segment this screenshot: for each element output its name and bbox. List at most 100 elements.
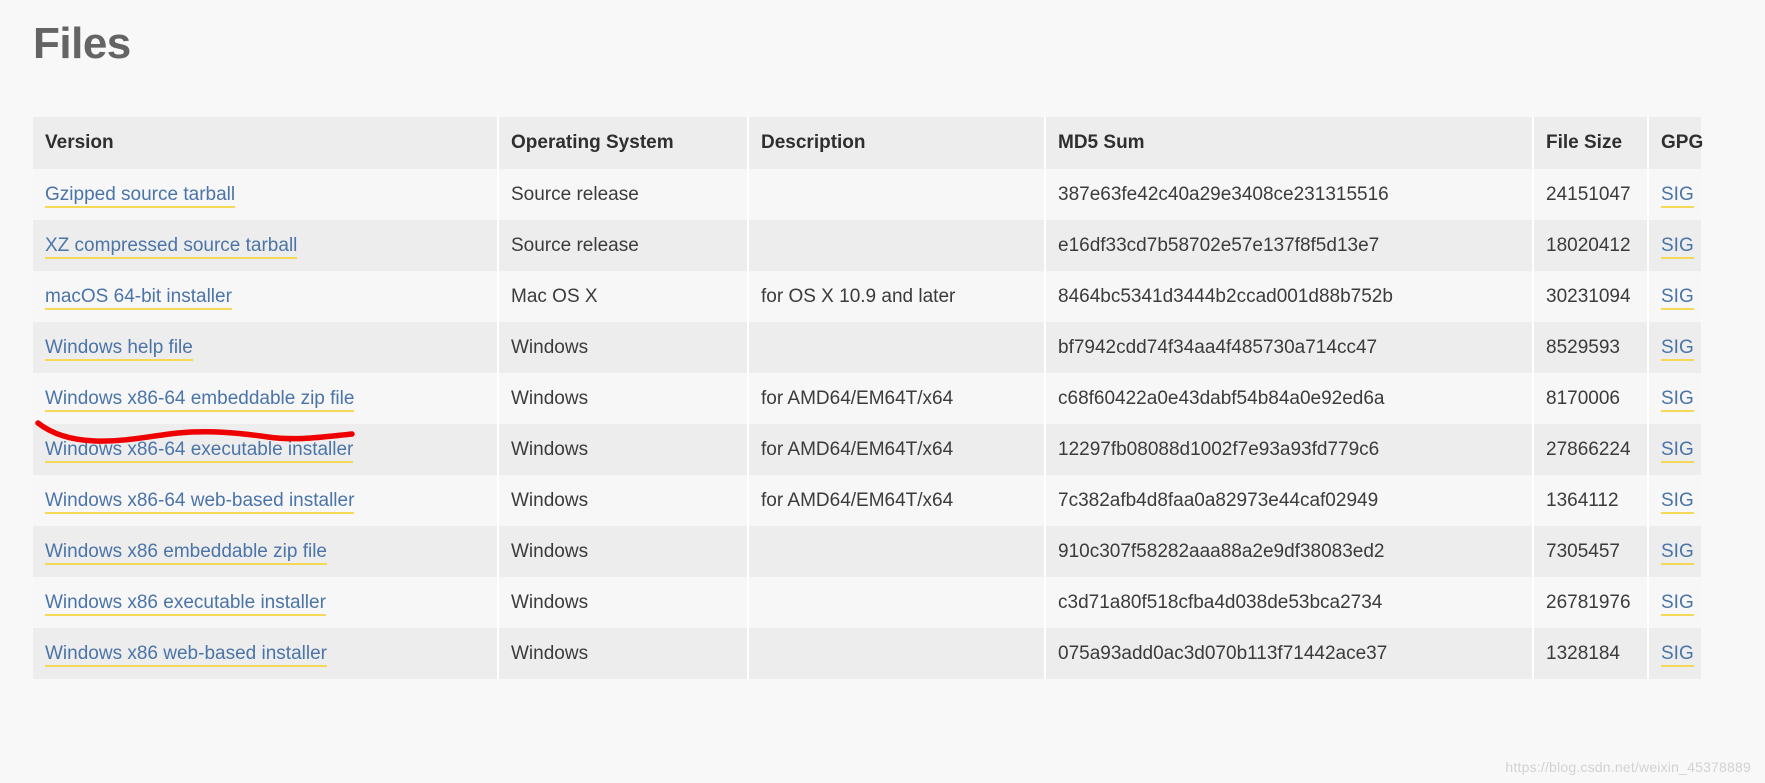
cell-md5: 8464bc5341d3444b2ccad001d88b752b xyxy=(1045,271,1534,322)
cell-version: macOS 64-bit installer xyxy=(33,271,499,322)
cell-version: Windows x86 web-based installer xyxy=(33,628,499,679)
cell-description xyxy=(748,322,1046,373)
sig-link[interactable]: SIG xyxy=(1661,336,1694,361)
cell-file-size: 8529593 xyxy=(1533,322,1649,373)
download-link-version[interactable]: Windows x86-64 web-based installer xyxy=(45,489,355,514)
download-link-version[interactable]: Windows x86 web-based installer xyxy=(45,642,327,667)
cell-description xyxy=(748,220,1046,271)
cell-os: Windows xyxy=(498,526,749,577)
column-header-gpg: GPG xyxy=(1648,117,1703,169)
cell-description: for AMD64/EM64T/x64 xyxy=(748,424,1046,475)
cell-version: Windows x86 executable installer xyxy=(33,577,499,628)
cell-gpg: SIG xyxy=(1648,373,1701,424)
cell-os: Windows xyxy=(498,628,749,679)
cell-gpg: SIG xyxy=(1648,526,1701,577)
cell-gpg: SIG xyxy=(1648,220,1701,271)
cell-file-size: 18020412 xyxy=(1533,220,1649,271)
cell-md5: c3d71a80f518cfba4d038de53bca2734 xyxy=(1045,577,1534,628)
table-row: macOS 64-bit installer Mac OS X for OS X… xyxy=(33,271,1701,322)
files-table: Version Operating System Description MD5… xyxy=(33,117,1703,679)
table-header-row: Version Operating System Description MD5… xyxy=(33,117,1703,169)
cell-os: Mac OS X xyxy=(498,271,749,322)
cell-md5: 12297fb08088d1002f7e93a93fd779c6 xyxy=(1045,424,1534,475)
cell-file-size: 8170006 xyxy=(1533,373,1649,424)
sig-link[interactable]: SIG xyxy=(1661,489,1694,514)
column-header-version: Version xyxy=(33,117,499,169)
cell-md5: 910c307f58282aaa88a2e9df38083ed2 xyxy=(1045,526,1534,577)
cell-os: Windows xyxy=(498,424,749,475)
cell-gpg: SIG xyxy=(1648,322,1701,373)
watermark: https://blog.csdn.net/weixin_45378889 xyxy=(1505,759,1751,775)
cell-version: Windows x86 embeddable zip file xyxy=(33,526,499,577)
cell-version: Gzipped source tarball xyxy=(33,169,499,220)
cell-file-size: 1364112 xyxy=(1533,475,1649,526)
cell-os: Windows xyxy=(498,475,749,526)
cell-file-size: 26781976 xyxy=(1533,577,1649,628)
cell-md5: 075a93add0ac3d070b113f71442ace37 xyxy=(1045,628,1534,679)
sig-link[interactable]: SIG xyxy=(1661,285,1694,310)
download-link-version[interactable]: macOS 64-bit installer xyxy=(45,285,232,310)
cell-file-size: 24151047 xyxy=(1533,169,1649,220)
download-link-version[interactable]: Windows x86-64 embeddable zip file xyxy=(45,387,355,412)
cell-gpg: SIG xyxy=(1648,577,1701,628)
download-link-version[interactable]: Windows x86 executable installer xyxy=(45,591,326,616)
cell-description xyxy=(748,526,1046,577)
cell-os: Windows xyxy=(498,373,749,424)
sig-link[interactable]: SIG xyxy=(1661,540,1694,565)
files-table-container: Version Operating System Description MD5… xyxy=(33,117,1703,679)
table-row: Gzipped source tarball Source release 38… xyxy=(33,169,1701,220)
download-link-version[interactable]: XZ compressed source tarball xyxy=(45,234,298,259)
cell-md5: bf7942cdd74f34aa4f485730a714cc47 xyxy=(1045,322,1534,373)
column-header-description: Description xyxy=(748,117,1046,169)
files-page: Files Version Operating System Descripti… xyxy=(0,0,1765,783)
cell-description: for AMD64/EM64T/x64 xyxy=(748,475,1046,526)
table-body: Gzipped source tarball Source release 38… xyxy=(33,169,1701,679)
cell-description xyxy=(748,169,1046,220)
cell-gpg: SIG xyxy=(1648,424,1701,475)
sig-link[interactable]: SIG xyxy=(1661,387,1694,412)
sig-link[interactable]: SIG xyxy=(1661,642,1694,667)
cell-gpg: SIG xyxy=(1648,475,1701,526)
cell-os: Windows xyxy=(498,322,749,373)
download-link-version[interactable]: Windows help file xyxy=(45,336,193,361)
cell-file-size: 1328184 xyxy=(1533,628,1649,679)
download-link-version[interactable]: Gzipped source tarball xyxy=(45,183,236,208)
sig-link[interactable]: SIG xyxy=(1661,591,1694,616)
table-row: Windows x86 embeddable zip file Windows … xyxy=(33,526,1701,577)
sig-link[interactable]: SIG xyxy=(1661,234,1694,259)
table-row: Windows x86 executable installer Windows… xyxy=(33,577,1701,628)
cell-md5: 387e63fe42c40a29e3408ce231315516 xyxy=(1045,169,1534,220)
cell-version: XZ compressed source tarball xyxy=(33,220,499,271)
table-row: Windows x86 web-based installer Windows … xyxy=(33,628,1701,679)
table-row: Windows x86-64 executable installer Wind… xyxy=(33,424,1701,475)
table-header: Version Operating System Description MD5… xyxy=(33,117,1703,169)
cell-md5: c68f60422a0e43dabf54b84a0e92ed6a xyxy=(1045,373,1534,424)
cell-gpg: SIG xyxy=(1648,169,1701,220)
table-row: Windows x86-64 web-based installer Windo… xyxy=(33,475,1701,526)
table-row: Windows help file Windows bf7942cdd74f34… xyxy=(33,322,1701,373)
cell-os: Source release xyxy=(498,169,749,220)
table-row: XZ compressed source tarball Source rele… xyxy=(33,220,1701,271)
column-header-file-size: File Size xyxy=(1533,117,1649,169)
cell-file-size: 30231094 xyxy=(1533,271,1649,322)
cell-description xyxy=(748,628,1046,679)
cell-gpg: SIG xyxy=(1648,271,1701,322)
cell-description: for OS X 10.9 and later xyxy=(748,271,1046,322)
cell-description: for AMD64/EM64T/x64 xyxy=(748,373,1046,424)
cell-file-size: 7305457 xyxy=(1533,526,1649,577)
cell-md5: 7c382afb4d8faa0a82973e44caf02949 xyxy=(1045,475,1534,526)
cell-os: Source release xyxy=(498,220,749,271)
sig-link[interactable]: SIG xyxy=(1661,183,1694,208)
cell-version: Windows x86-64 executable installer xyxy=(33,424,499,475)
download-link-version[interactable]: Windows x86-64 executable installer xyxy=(45,438,354,463)
column-header-os: Operating System xyxy=(498,117,749,169)
cell-file-size: 27866224 xyxy=(1533,424,1649,475)
cell-os: Windows xyxy=(498,577,749,628)
cell-version: Windows x86-64 embeddable zip file xyxy=(33,373,499,424)
download-link-version[interactable]: Windows x86 embeddable zip file xyxy=(45,540,327,565)
cell-md5: e16df33cd7b58702e57e137f8f5d13e7 xyxy=(1045,220,1534,271)
sig-link[interactable]: SIG xyxy=(1661,438,1694,463)
cell-description xyxy=(748,577,1046,628)
table-row: Windows x86-64 embeddable zip file Windo… xyxy=(33,373,1701,424)
cell-version: Windows help file xyxy=(33,322,499,373)
